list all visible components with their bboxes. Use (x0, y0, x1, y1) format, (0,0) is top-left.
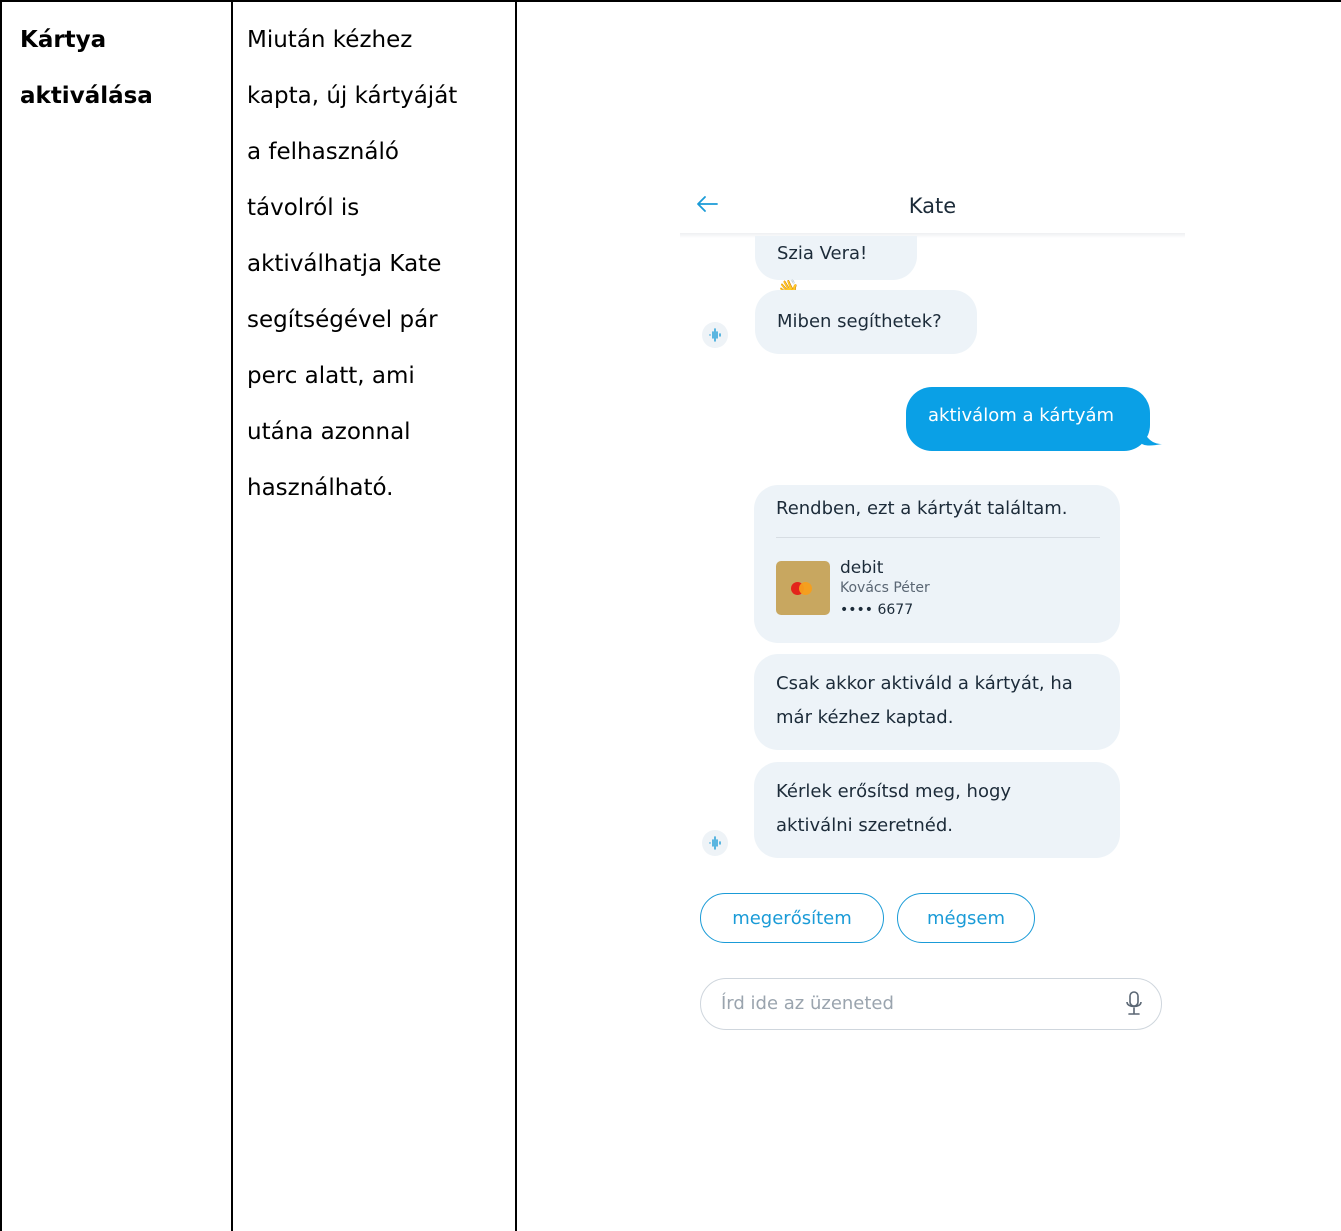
bot-message-greeting: Szia Vera! 👋 (755, 236, 917, 300)
description-line: Miután kézhez (247, 27, 413, 53)
description-line: aktiválhatja Kate (247, 251, 442, 277)
feature-label-line: Kártya (20, 27, 107, 53)
card-holder: Kovács Péter (840, 580, 930, 596)
card-type: debit (840, 558, 884, 578)
warning-line: Csak akkor aktiváld a kártyát, ha (776, 673, 1073, 694)
mastercard-orange-circle (799, 582, 812, 595)
bot-message-confirm: Kérlek erősítsd meg, hogy aktiválni szer… (754, 762, 1120, 858)
voice-wave-icon (702, 830, 728, 856)
feature-label-cell: Kártya aktiválása (20, 12, 220, 124)
description-line: perc alatt, ami (247, 363, 415, 389)
confirm-line: aktiválni szeretnéd. (776, 815, 953, 836)
bot-message-card-found: Rendben, ezt a kártyát találtam. debit K… (754, 485, 1120, 643)
feature-description-cell: Miután kézhez kapta, új kártyáját a felh… (247, 12, 507, 516)
feature-label-line: aktiválása (20, 83, 153, 109)
user-bubble-tail (1142, 426, 1162, 446)
bot-message-warning: Csak akkor aktiváld a kártyát, ha már ké… (754, 654, 1120, 750)
table-left-border (0, 0, 2, 1231)
confirm-line: Kérlek erősítsd meg, hogy (776, 781, 1012, 802)
card-divider (776, 537, 1100, 538)
cancel-button[interactable]: mégsem (897, 893, 1035, 943)
description-line: segítségével pár (247, 307, 438, 333)
bot-message-help: Miben segíthetek? (755, 290, 977, 354)
help-question-text: Miben segíthetek? (777, 311, 942, 332)
voice-wave-icon (702, 322, 728, 348)
table-column-divider-2 (515, 0, 517, 1231)
table-top-border (0, 0, 1341, 2)
description-line: használható. (247, 475, 394, 501)
microphone-icon[interactable] (1125, 991, 1143, 1017)
card-number: •••• 6677 (840, 602, 914, 618)
description-line: utána azonnal (247, 419, 411, 445)
mastercard-icon (776, 561, 830, 615)
chat-screenshot: Kate Szia Vera! 👋 Miben segíthetek? akti… (680, 180, 1185, 1040)
user-message-text: aktiválom a kártyám (928, 405, 1115, 426)
chat-title: Kate (908, 194, 957, 218)
description-line: a felhasználó (247, 139, 399, 165)
description-line: kapta, új kártyáját (247, 83, 458, 109)
confirm-button[interactable]: megerősítem (700, 893, 884, 943)
table-column-divider-1 (231, 0, 233, 1231)
warning-line: már kézhez kaptad. (776, 707, 954, 728)
card-found-text: Rendben, ezt a kártyát találtam. (776, 498, 1068, 519)
user-message: aktiválom a kártyám (906, 387, 1150, 451)
message-input[interactable]: Írd ide az üzeneted (700, 978, 1162, 1030)
description-line: távolról is (247, 195, 360, 221)
message-input-placeholder: Írd ide az üzeneted (721, 993, 894, 1014)
